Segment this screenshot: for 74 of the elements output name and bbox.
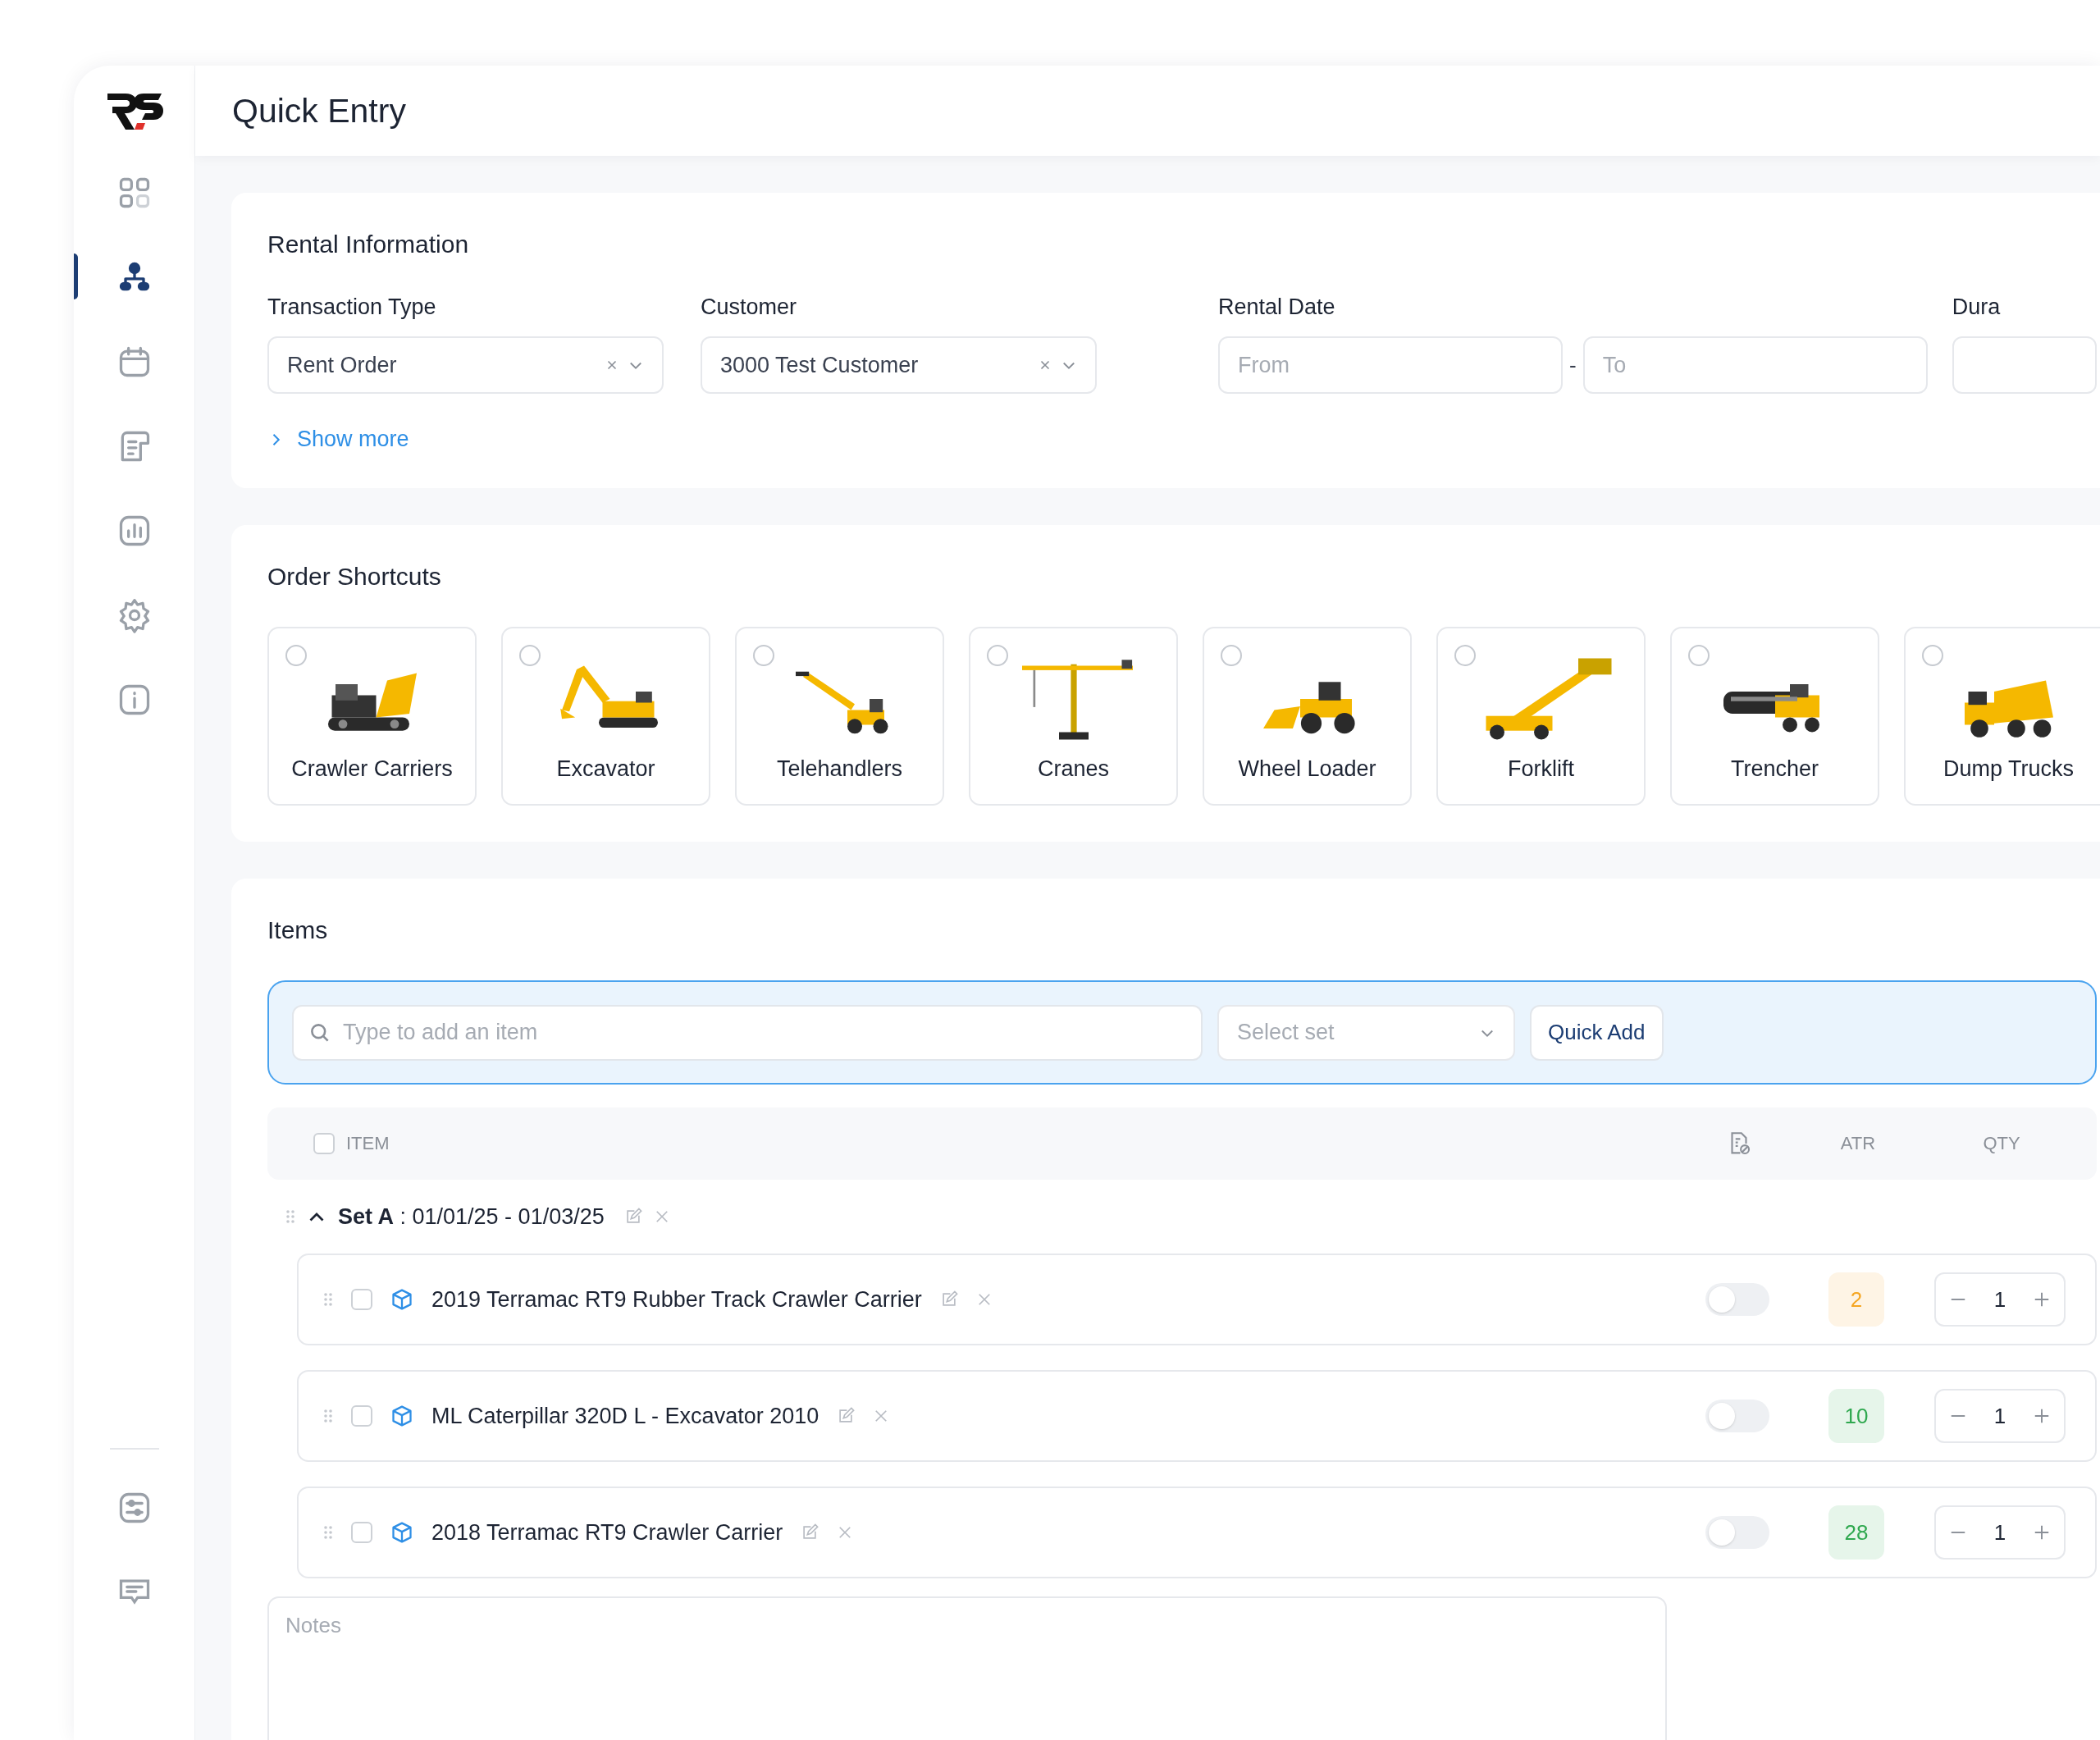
transaction-type-select[interactable]: Rent Order: [267, 336, 664, 394]
date-from-field[interactable]: From: [1218, 336, 1564, 394]
duration-field[interactable]: [1952, 336, 2097, 394]
plus-icon[interactable]: [2033, 1407, 2051, 1425]
quantity-stepper[interactable]: 1: [1934, 1505, 2066, 1560]
edit-icon[interactable]: [837, 1407, 856, 1425]
customer-select[interactable]: 3000 Test Customer: [701, 336, 1098, 394]
date-separator: -: [1568, 352, 1577, 378]
drag-handle-icon[interactable]: [323, 1290, 333, 1308]
row-checkbox[interactable]: [351, 1289, 372, 1310]
search-field[interactable]: Type to add an item: [292, 1004, 1203, 1061]
shortcut-card[interactable]: Wheel Loader: [1203, 627, 1412, 806]
shortcut-card[interactable]: Crawler Carriers: [267, 627, 477, 806]
column-header: ITEM: [346, 1133, 390, 1154]
item-name: ML Caterpillar 320D L - Excavator 2010: [431, 1403, 819, 1429]
shortcut-label: Cranes: [1037, 756, 1109, 782]
notes-field[interactable]: Notes: [267, 1596, 1667, 1740]
drag-handle-icon[interactable]: [323, 1523, 333, 1541]
plus-icon[interactable]: [2033, 1290, 2051, 1308]
quantity-stepper[interactable]: 1: [1934, 1389, 2066, 1443]
edit-icon[interactable]: [801, 1523, 819, 1541]
select-all-checkbox[interactable]: [313, 1133, 335, 1154]
row-checkbox[interactable]: [351, 1405, 372, 1427]
shortcut-label: Dump Trucks: [1942, 756, 2074, 782]
radio-button[interactable]: [987, 645, 1008, 666]
shortcut-label: Excavator: [556, 756, 655, 782]
field-label: Dura: [1952, 295, 2002, 320]
radio-button[interactable]: [519, 645, 541, 666]
section-title: Rental Information: [267, 231, 470, 258]
radio-button[interactable]: [1922, 645, 1943, 666]
box-icon: [390, 1288, 413, 1311]
plus-icon[interactable]: [2033, 1523, 2051, 1541]
column-header: QTY: [1983, 1133, 2020, 1154]
shortcut-card[interactable]: Trencher: [1670, 627, 1879, 806]
radio-button[interactable]: [1688, 645, 1710, 666]
field-label: Customer: [701, 295, 798, 320]
toggle-switch[interactable]: [1705, 1400, 1769, 1432]
box-icon: [390, 1404, 413, 1427]
page-title: Quick Entry: [232, 91, 406, 130]
item-name: 2019 Terramac RT9 Rubber Track Crawler Carrier: [431, 1286, 922, 1313]
date-to-field[interactable]: To: [1582, 336, 1928, 394]
shortcut-card[interactable]: Telehandlers: [735, 627, 944, 806]
radio-button[interactable]: [285, 645, 307, 666]
shortcut-label: Wheel Loader: [1238, 756, 1376, 782]
availability-badge: 28: [1828, 1505, 1884, 1560]
column-header: ATR: [1840, 1133, 1876, 1154]
field-label: Rental Date: [1218, 295, 1336, 320]
shortcut-label: Trencher: [1730, 756, 1819, 782]
set-title: Set A : 01/01/25 - 01/03/25: [338, 1203, 605, 1230]
radio-button[interactable]: [1454, 645, 1476, 666]
radio-button[interactable]: [753, 645, 774, 666]
shortcut-label: Telehandlers: [776, 756, 903, 782]
item-name: 2018 Terramac RT9 Crawler Carrier: [431, 1519, 783, 1546]
shortcut-label: Crawler Carriers: [291, 756, 453, 782]
toggle-switch[interactable]: [1705, 1516, 1769, 1549]
shortcut-card[interactable]: Forklift: [1436, 627, 1646, 806]
drag-handle-icon[interactable]: [323, 1407, 333, 1425]
section-title: Items: [267, 916, 329, 944]
drag-handle-icon[interactable]: [285, 1208, 295, 1226]
shortcut-card[interactable]: Excavator: [501, 627, 710, 806]
availability-badge: 2: [1828, 1272, 1884, 1327]
toggle-switch[interactable]: [1705, 1283, 1769, 1316]
field-label: Transaction Type: [267, 295, 437, 320]
quantity-stepper[interactable]: 1: [1934, 1272, 2066, 1327]
row-checkbox[interactable]: [351, 1522, 372, 1543]
shortcut-label: Forklift: [1508, 756, 1574, 782]
availability-badge: 10: [1828, 1389, 1884, 1443]
shortcut-card[interactable]: Cranes: [969, 627, 1178, 806]
radio-button[interactable]: [1221, 645, 1242, 666]
quick-add-button[interactable]: Quick Add: [1530, 1004, 1664, 1061]
section-title: Order Shortcuts: [267, 563, 442, 591]
active-indicator: [74, 253, 78, 299]
shortcut-card[interactable]: Dump Trucks: [1904, 627, 2100, 806]
box-icon: [390, 1521, 413, 1544]
